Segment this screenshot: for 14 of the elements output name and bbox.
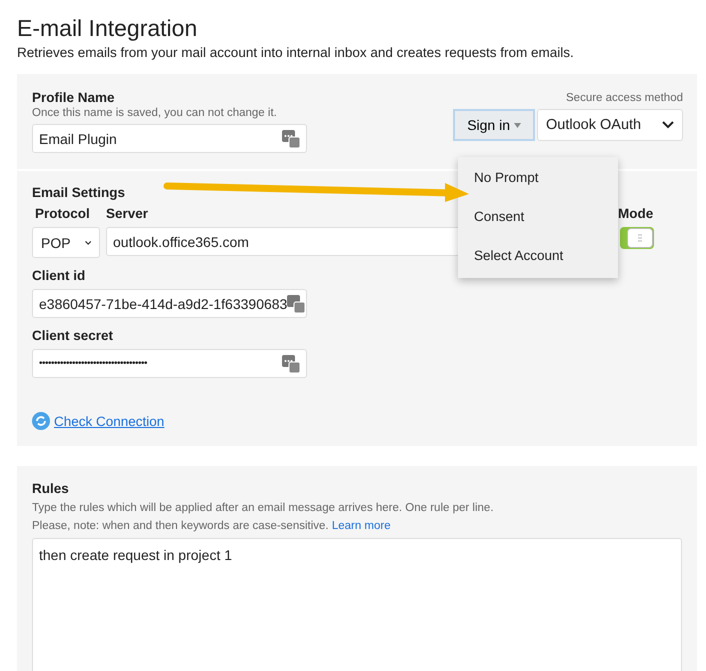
section-heading: Rules bbox=[32, 481, 69, 496]
field-label: Protocol bbox=[34, 206, 90, 221]
field-label: Client secret bbox=[32, 328, 114, 343]
page-subtitle: Retrieves emails from your mail account into internal inbox and creates requests from emails. bbox=[17, 45, 575, 60]
field-label: Profile Name bbox=[32, 90, 115, 105]
field-label: Client id bbox=[32, 268, 86, 283]
rules-hint: Type the rules which will be applied after an email message arrives here. One rule per line. bbox=[32, 502, 495, 514]
field-hint: Secure access method bbox=[565, 92, 683, 104]
rules-note: Please, note: when and then keywords are case-sensitive. bbox=[32, 520, 329, 532]
field-hint: Once this name is saved, you can not change it. bbox=[32, 107, 278, 119]
field-label: Server bbox=[106, 206, 148, 221]
field-label: Mode bbox=[618, 206, 654, 221]
section-heading: Email Settings bbox=[32, 185, 126, 200]
page-title: E-mail Integration bbox=[17, 14, 198, 42]
